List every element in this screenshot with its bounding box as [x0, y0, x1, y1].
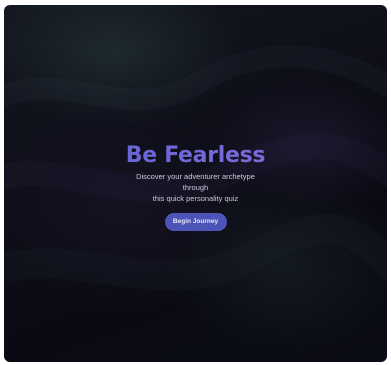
hero-subtitle-line: Discover your adventurer archetype: [136, 172, 255, 181]
hero-section: Be Fearless Discover your adventurer arc…: [4, 143, 387, 231]
begin-journey-button[interactable]: Begin Journey: [164, 213, 227, 231]
landing-page: Be Fearless Discover your adventurer arc…: [4, 5, 387, 362]
hero-subtitle-line: this quick personality quiz: [152, 194, 239, 203]
hero-subtitle-line: through: [182, 183, 209, 192]
hero-title: Be Fearless: [4, 143, 387, 169]
hero-subtitle: Discover your adventurer archetype throu…: [4, 171, 387, 204]
